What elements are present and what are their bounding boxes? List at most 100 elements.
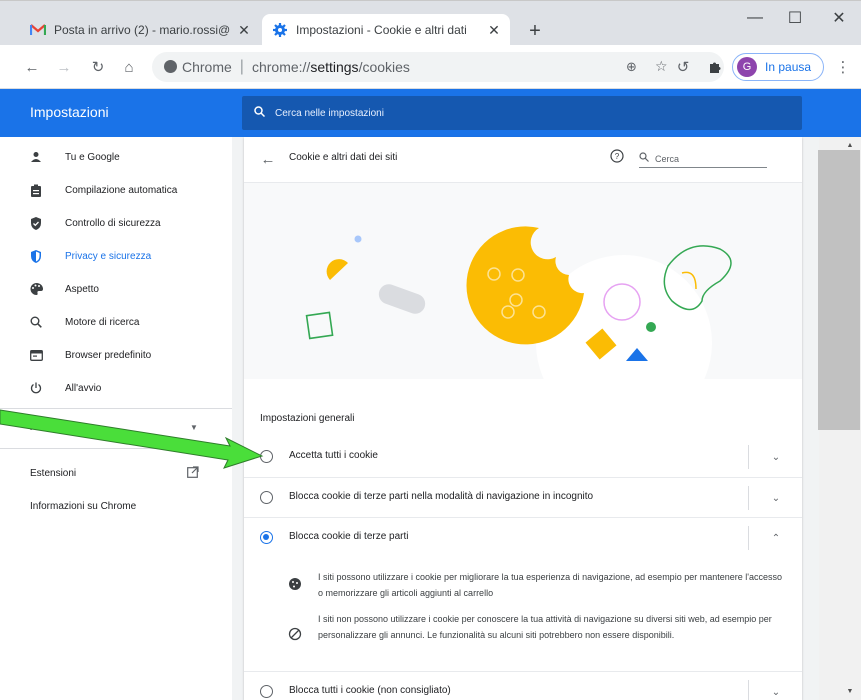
cookie-search-input[interactable]: Cerca [639,150,767,168]
scroll-up-icon[interactable]: ▲ [845,140,855,150]
cookie-illustration [244,183,802,379]
detail-text: I siti possono utilizzare i cookie per m… [318,572,782,598]
option-separator [748,526,749,550]
address-bar[interactable]: Chrome | chrome://settings/cookies ⊕ ☆ [152,52,724,82]
forward-icon[interactable]: → [53,56,75,78]
menu-dots-icon[interactable]: ⋮ [832,56,854,78]
option-label: Blocca tutti i cookie (non consigliato) [289,685,451,696]
sidebar-item-privacy[interactable]: Privacy e sicurezza [0,240,232,272]
sidebar-item-advanced[interactable]: Avanzate ▼ [0,411,232,443]
avatar: G [737,57,757,77]
person-icon [28,149,44,165]
option-block-third-party[interactable]: Blocca cookie di terze parti ⌃ [244,517,802,557]
tab-title: Posta in arrivo (2) - mario.rossi@ [54,23,231,37]
gear-icon [272,22,288,38]
option-block-all-cookies[interactable]: Blocca tutti i cookie (non consigliato) … [244,671,802,700]
option-separator [748,486,749,510]
home-icon[interactable]: ⌂ [118,56,140,78]
page-title: Impostazioni [30,104,109,120]
chevron-down-icon[interactable]: ⌄ [768,490,784,506]
close-tab-icon[interactable]: ✕ [234,20,254,40]
sidebar-item-label: All'avvio [65,382,102,394]
power-icon [28,380,44,396]
external-link-icon [187,465,199,481]
option-label: Accetta tutti i cookie [289,450,378,461]
radio-block-incognito[interactable] [260,491,273,504]
omnibox-site: Chrome [182,59,232,75]
sidebar-item-you-and-google[interactable]: Tu e Google [0,141,232,173]
option-label: Blocca cookie di terze parti [289,531,409,542]
cookie-icon [288,577,304,593]
radio-allow-all[interactable] [260,450,273,463]
sidebar-item-label: Privacy e sicurezza [65,250,152,262]
sidebar-divider [0,448,232,449]
back-arrow-icon[interactable]: ← [258,149,278,169]
option-label: Blocca cookie di terze parti nella modal… [289,491,594,502]
sidebar-item-label: Tu e Google [65,151,120,163]
title-bar: Posta in arrivo (2) - mario.rossi@ ✕ Imp… [0,0,861,46]
detail-text: I siti non possono utilizzare i cookie p… [318,614,772,640]
gmail-icon [30,22,46,38]
sidebar-item-label: Aspetto [65,283,99,295]
close-window-button[interactable]: ✕ [824,7,854,29]
sidebar-divider [0,408,232,409]
sidebar-item-safety-check[interactable]: Controllo di sicurezza [0,207,232,239]
sidebar-item-on-startup[interactable]: All'avvio [0,372,232,404]
help-icon[interactable]: ? [610,149,626,165]
option-block-third-party-incognito[interactable]: Blocca cookie di terze parti nella modal… [244,477,802,517]
chevron-down-icon[interactable]: ⌄ [768,684,784,700]
history-icon[interactable]: ↺ [672,56,694,78]
sidebar-item-autofill[interactable]: Compilazione automatica [0,174,232,206]
minimize-button[interactable]: — [740,7,770,29]
sidebar-item-label: Controllo di sicurezza [65,217,161,229]
extensions-puzzle-icon[interactable] [704,56,726,78]
sidebar-item-about[interactable]: Informazioni su Chrome [0,490,232,522]
option-separator [748,680,749,700]
search-placeholder: Cerca nelle impostazioni [275,107,384,119]
sidebar-item-extensions[interactable]: Estensioni [0,457,232,489]
sidebar-item-label: Browser predefinito [65,349,152,361]
settings-header: Impostazioni Cerca nelle impostazioni [0,89,861,137]
tab-title: Impostazioni - Cookie e altri dati [296,23,467,37]
back-icon[interactable]: ← [21,56,43,78]
palette-icon [28,281,44,297]
sidebar-item-search-engine[interactable]: Motore di ricerca [0,306,232,338]
radio-block-third-party[interactable] [260,531,273,544]
option-allow-all-cookies[interactable]: Accetta tutti i cookie ⌄ [244,437,802,477]
zoom-icon[interactable]: ⊕ [626,59,637,75]
chevron-down-icon[interactable]: ⌄ [768,449,784,465]
bookmark-star-icon[interactable]: ☆ [655,58,668,75]
sidebar-item-label: Informazioni su Chrome [30,500,137,512]
omnibox-url: chrome://settings/cookies [251,59,410,75]
sidebar-item-label: Compilazione automatica [65,184,178,196]
shield-check-icon [28,215,44,231]
chevron-up-icon[interactable]: ⌃ [768,530,784,546]
maximize-button[interactable]: ☐ [780,7,810,29]
sidebar-item-label: Estensioni [30,467,77,479]
profile-paused-chip[interactable]: G In pausa [732,53,824,81]
general-settings-label: Impostazioni generali [260,413,355,424]
search-placeholder: Cerca [655,153,680,164]
section-title: Cookie e altri dati dei siti [289,152,398,163]
search-icon [254,106,266,120]
browser-toolbar: ← → ↻ ⌂ Chrome | chrome://settings/cooki… [0,45,861,89]
settings-search-input[interactable]: Cerca nelle impostazioni [242,96,802,130]
scrollbar-thumb[interactable] [818,150,860,430]
tab-settings[interactable]: Impostazioni - Cookie e altri dati ✕ [262,14,510,46]
sidebar-item-default-browser[interactable]: Browser predefinito [0,339,232,371]
option-separator [748,445,749,469]
block-icon [288,627,304,643]
reload-icon[interactable]: ↻ [87,56,109,78]
scroll-down-icon[interactable]: ▼ [845,686,855,696]
profile-status: In pausa [765,60,812,74]
close-tab-icon[interactable]: ✕ [484,20,504,40]
tab-gmail[interactable]: Posta in arrivo (2) - mario.rossi@ ✕ [20,14,260,46]
search-icon [28,314,44,330]
sidebar-item-appearance[interactable]: Aspetto [0,273,232,305]
radio-block-all[interactable] [260,685,273,698]
card-header: ← Cookie e altri dati dei siti ? Cerca [244,137,802,183]
search-icon [639,152,649,165]
caret-down-icon: ▼ [190,422,198,432]
new-tab-button[interactable]: + [523,19,547,43]
browser-window-icon [28,347,44,363]
